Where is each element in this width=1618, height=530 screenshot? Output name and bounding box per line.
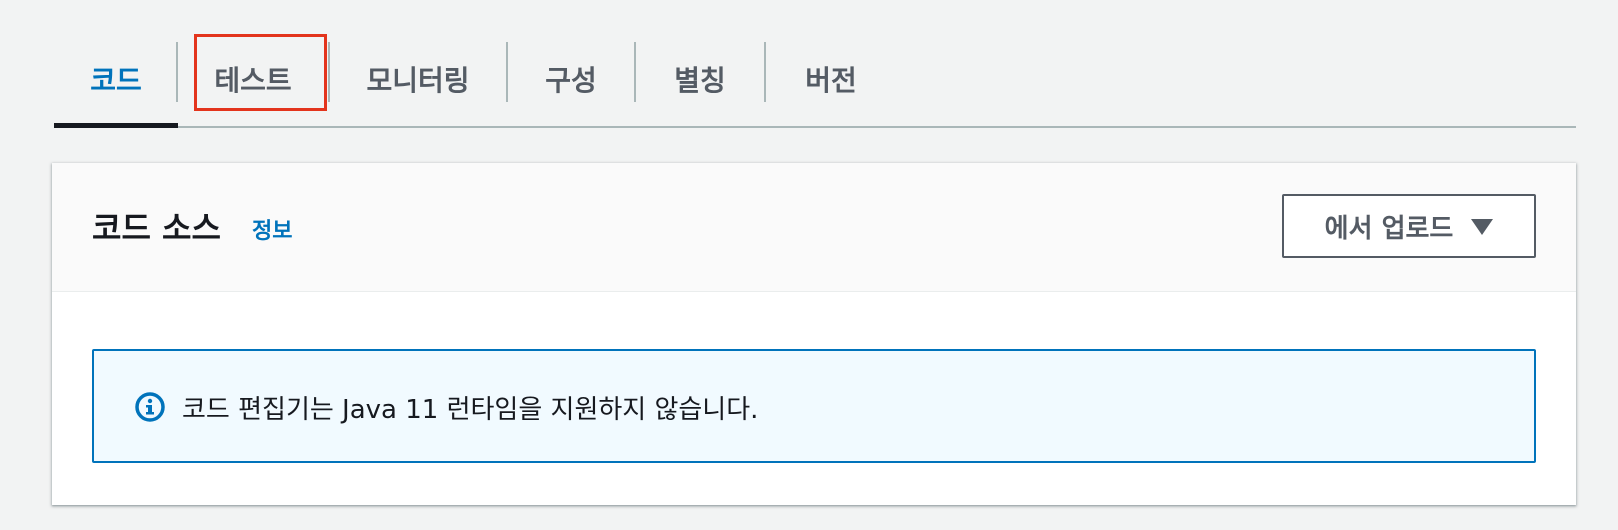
upload-from-button[interactable]: 에서 업로드: [1282, 194, 1536, 258]
upload-button-label: 에서 업로드: [1324, 213, 1454, 244]
tab-configuration[interactable]: 구성: [508, 32, 634, 126]
alert-message: 코드 편집기는 Java 11 런타임을 지원하지 않습니다.: [182, 395, 759, 425]
info-link[interactable]: 정보: [252, 213, 292, 245]
tab-code[interactable]: 코드: [54, 32, 178, 128]
panel-title: 코드 소스: [92, 209, 221, 247]
code-source-panel: 코드 소스 정보 에서 업로드 코드 편집기는 Java 11 런타임을 지원하…: [52, 163, 1576, 505]
tab-bar: 코드 테스트 모니터링 구성 별칭 버전: [54, 32, 1576, 128]
info-icon: [135, 392, 165, 422]
panel-header: 코드 소스 정보 에서 업로드: [52, 163, 1576, 292]
tab-monitoring[interactable]: 모니터링: [330, 32, 506, 126]
tab-test[interactable]: 테스트: [178, 32, 328, 126]
tab-versions[interactable]: 버전: [766, 32, 896, 126]
info-alert: 코드 편집기는 Java 11 런타임을 지원하지 않습니다.: [92, 349, 1536, 463]
caret-down-icon: [1471, 219, 1494, 235]
tab-aliases[interactable]: 별칭: [636, 32, 764, 126]
